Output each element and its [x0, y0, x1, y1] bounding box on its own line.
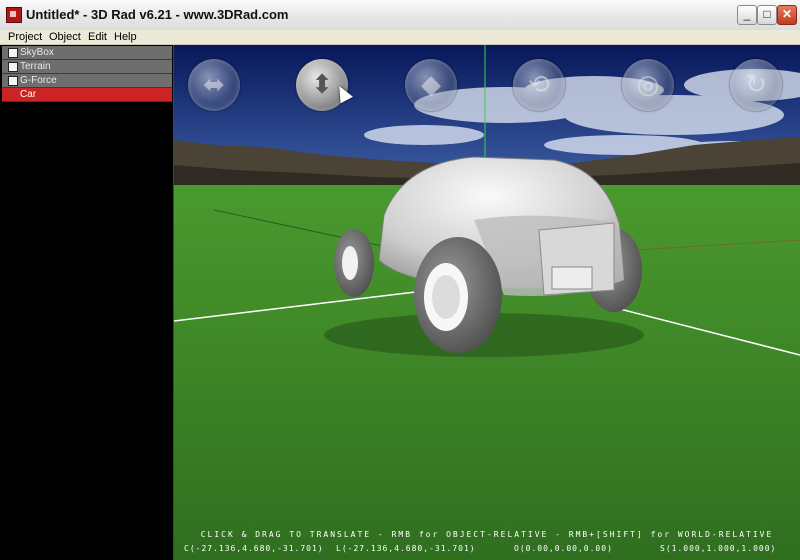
rotate-z-button[interactable]: ↻ [730, 59, 782, 111]
app-icon [6, 7, 22, 23]
menu-bar: Project Object Edit Help [0, 30, 800, 45]
minimize-button[interactable]: _ [737, 5, 757, 25]
object-row-skybox[interactable]: SkyBox [2, 46, 172, 60]
scene-render [174, 45, 800, 560]
orientation-values: O(0.00,0.00,0.00) [514, 544, 613, 553]
horizontal-arrow-icon: ⬌ [203, 70, 225, 100]
title-bar: Untitled* - 3D Rad v6.21 - www.3DRad.com… [0, 0, 800, 31]
menu-project[interactable]: Project [8, 30, 42, 44]
menu-object[interactable]: Object [49, 30, 81, 44]
visibility-checkbox[interactable] [8, 76, 18, 86]
location-coordinates: L(-27.136,4.680,-31.701) [336, 544, 476, 553]
camera-coordinates: C(-27.136,4.680,-31.701) [184, 544, 324, 553]
menu-help[interactable]: Help [114, 30, 137, 44]
visibility-checkbox[interactable] [8, 48, 18, 58]
object-row-terrain[interactable]: Terrain [2, 60, 172, 74]
maximize-button[interactable]: □ [757, 5, 777, 25]
move-horizontal-button[interactable]: ⬌ [188, 59, 240, 111]
object-label: SkyBox [20, 47, 54, 58]
depth-arrow-icon: ◆ [421, 70, 441, 100]
object-list-panel: SkyBox Terrain G-Force Car [0, 45, 174, 560]
object-label: Car [20, 89, 37, 100]
translate-hint: CLICK & DRAG TO TRANSLATE - RMB for OBJE… [200, 530, 774, 539]
rotate-icon: ◎ [636, 70, 660, 100]
rotate-icon: ↻ [745, 70, 767, 100]
scale-values: S(1.000,1.000,1.000) [660, 544, 777, 553]
move-depth-button[interactable]: ◆ [405, 59, 457, 111]
object-label: G-Force [20, 75, 57, 86]
close-button[interactable]: ✕ [777, 5, 797, 25]
object-row-g-force[interactable]: G-Force [2, 74, 172, 88]
rotate-y-button[interactable]: ◎ [622, 59, 674, 111]
rotate-x-button[interactable]: ⟲ [513, 59, 565, 111]
visibility-checkbox[interactable] [8, 62, 18, 72]
object-label: Terrain [20, 61, 51, 72]
menu-edit[interactable]: Edit [88, 30, 107, 44]
window-title: Untitled* - 3D Rad v6.21 - www.3DRad.com [26, 7, 289, 22]
3d-viewport[interactable]: ⬌ ⬍ ◆ ⟲ ◎ ↻ CLICK & DRAG TO TRANSLATE - … [174, 45, 800, 560]
rotate-icon: ⟲ [528, 70, 550, 100]
object-row-car[interactable]: Car [2, 88, 172, 102]
